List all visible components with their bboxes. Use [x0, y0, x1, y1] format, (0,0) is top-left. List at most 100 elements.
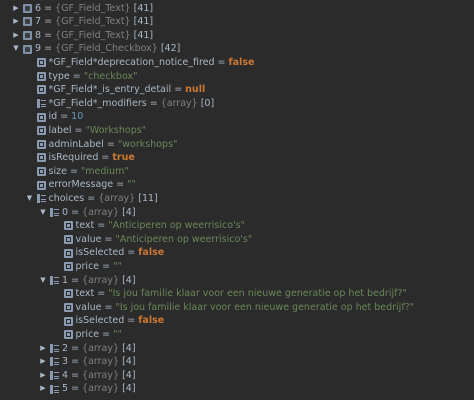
tree-row[interactable]: isSelected = false: [63, 314, 164, 328]
variable-name: choices: [48, 192, 85, 204]
tree-row[interactable]: price = "": [63, 260, 122, 274]
expand-right-arrow-icon[interactable]: ▶: [12, 17, 20, 27]
equals-sign: =: [66, 165, 81, 177]
tree-row[interactable]: ▼ choices = {array} [11]: [26, 192, 158, 206]
tree-row[interactable]: text = "Anticiperen op weerrisico's": [63, 219, 245, 233]
expand-right-arrow-icon[interactable]: ▶: [12, 30, 20, 40]
expand-down-arrow-icon[interactable]: ▼: [39, 207, 47, 217]
expand-right-arrow-icon[interactable]: ▶: [39, 343, 47, 353]
tree-row[interactable]: *GF_Field*_is_entry_detail = null: [36, 83, 206, 97]
tree-row[interactable]: isSelected = false: [63, 246, 164, 260]
tree-row[interactable]: price = "": [63, 328, 122, 342]
tree-row[interactable]: size = "medium": [36, 165, 129, 179]
field-icon: [63, 248, 73, 258]
expand-down-arrow-icon[interactable]: ▼: [12, 44, 20, 54]
tree-row[interactable]: text = "Is jou familie klaar voor een ni…: [63, 287, 407, 301]
equals-sign: =: [71, 124, 86, 136]
tree-row[interactable]: ▼ 0 = {array} [4]: [39, 206, 136, 220]
tree-row[interactable]: ▶ 2 = {array} [4]: [39, 342, 135, 356]
field-icon: [36, 58, 46, 68]
equals-sign: =: [103, 138, 118, 150]
expand-right-arrow-icon[interactable]: ▶: [39, 357, 47, 367]
tree-row[interactable]: value = "Anticiperen op weerrisico's": [63, 233, 253, 247]
tree-row[interactable]: value = "Is jou familie klaar voor een n…: [63, 301, 414, 315]
variable-type: {array}: [82, 369, 120, 381]
tree-row[interactable]: label = "Workshops": [36, 124, 146, 138]
expand-right-arrow-icon[interactable]: ▶: [39, 384, 47, 394]
tree-row[interactable]: *GF_Field*_modifiers = {array} [0]: [36, 97, 214, 111]
tree-row[interactable]: ▶ 7 = {GF_Field_Text} [41]: [12, 15, 153, 29]
variable-value: "Is jou familie klaar voor een nieuwe ge…: [108, 288, 407, 300]
tree-row[interactable]: type = "checkbox": [36, 70, 137, 84]
equals-sign: =: [41, 43, 56, 55]
expand-right-arrow-icon[interactable]: ▶: [12, 3, 20, 13]
equals-sign: =: [68, 356, 83, 368]
array-icon: [50, 370, 59, 380]
field-icon: [63, 330, 73, 340]
equals-sign: =: [171, 84, 186, 96]
variable-value: 10: [71, 111, 84, 123]
variable-name: isRequired: [48, 152, 99, 164]
equals-sign: =: [113, 179, 128, 191]
variable-name: text: [75, 220, 95, 232]
element-count: [11]: [135, 192, 158, 204]
equals-sign: =: [41, 29, 56, 41]
object-icon: [23, 3, 32, 13]
field-icon: [63, 289, 73, 299]
tree-row[interactable]: ▼ 9 = {GF_Field_Checkbox} [42]: [12, 42, 180, 56]
array-icon: [50, 384, 59, 394]
equals-sign: =: [94, 288, 109, 300]
variable-type: {array}: [82, 383, 120, 395]
object-icon: [23, 44, 32, 54]
object-icon: [23, 17, 32, 27]
variable-value: null: [185, 84, 206, 96]
variable-value: "Anticiperen op weerrisico's": [115, 233, 253, 245]
tree-row[interactable]: ▶ 3 = {array} [4]: [39, 355, 135, 369]
expand-down-arrow-icon[interactable]: ▼: [39, 275, 47, 285]
tree-row[interactable]: ▶ 6 = {GF_Field_Text} [41]: [12, 2, 153, 16]
tree-row[interactable]: adminLabel = "workshops": [36, 138, 177, 152]
tree-row[interactable]: ▶ 5 = {array} [4]: [39, 382, 136, 396]
array-icon: [36, 98, 46, 108]
tree-row[interactable]: ▼ 1 = {array} [4]: [39, 274, 135, 288]
equals-sign: =: [146, 97, 161, 109]
variable-value: "": [113, 328, 122, 340]
tree-row[interactable]: ▶ 4 = {array} [4]: [39, 369, 136, 383]
equals-sign: =: [94, 220, 109, 232]
element-count: [4]: [119, 206, 136, 218]
field-icon: [63, 302, 73, 312]
variable-value: true: [112, 152, 135, 164]
tree-row[interactable]: *GF_Field*deprecation_notice_fired = fal…: [36, 56, 255, 70]
equals-sign: =: [214, 56, 229, 68]
tree-row[interactable]: errorMessage = "": [36, 178, 136, 192]
variable-name: type: [48, 70, 70, 82]
array-icon: [36, 194, 46, 204]
tree-row[interactable]: id = 10: [36, 110, 84, 124]
expand-down-arrow-icon[interactable]: ▼: [26, 194, 34, 204]
element-count: [41]: [130, 29, 154, 41]
variable-name: text: [75, 288, 95, 300]
equals-sign: =: [84, 192, 99, 204]
variable-type: {array}: [82, 356, 120, 368]
variable-value: false: [228, 56, 255, 68]
element-count: [4]: [119, 369, 136, 381]
equals-sign: =: [68, 274, 83, 286]
variable-value: "": [113, 260, 122, 272]
variable-type: {array}: [82, 274, 120, 286]
equals-sign: =: [57, 111, 72, 123]
variable-name: errorMessage: [48, 179, 114, 191]
array-icon: [50, 275, 59, 285]
variable-name: *GF_Field*_is_entry_detail: [48, 84, 172, 96]
tree-row[interactable]: ▶ 8 = {GF_Field_Text} [41]: [12, 29, 153, 43]
variable-type: {GF_Field_Text}: [55, 29, 131, 41]
equals-sign: =: [68, 369, 83, 381]
tree-row[interactable]: isRequired = true: [36, 151, 135, 165]
equals-sign: =: [124, 247, 139, 259]
element-count: [4]: [119, 383, 136, 395]
expand-right-arrow-icon[interactable]: ▶: [39, 370, 47, 380]
variable-type: {array}: [82, 206, 120, 218]
variable-name: *GF_Field*deprecation_notice_fired: [48, 56, 215, 68]
equals-sign: =: [69, 70, 84, 82]
element-count: [41]: [130, 2, 154, 14]
variable-name: price: [75, 328, 100, 340]
